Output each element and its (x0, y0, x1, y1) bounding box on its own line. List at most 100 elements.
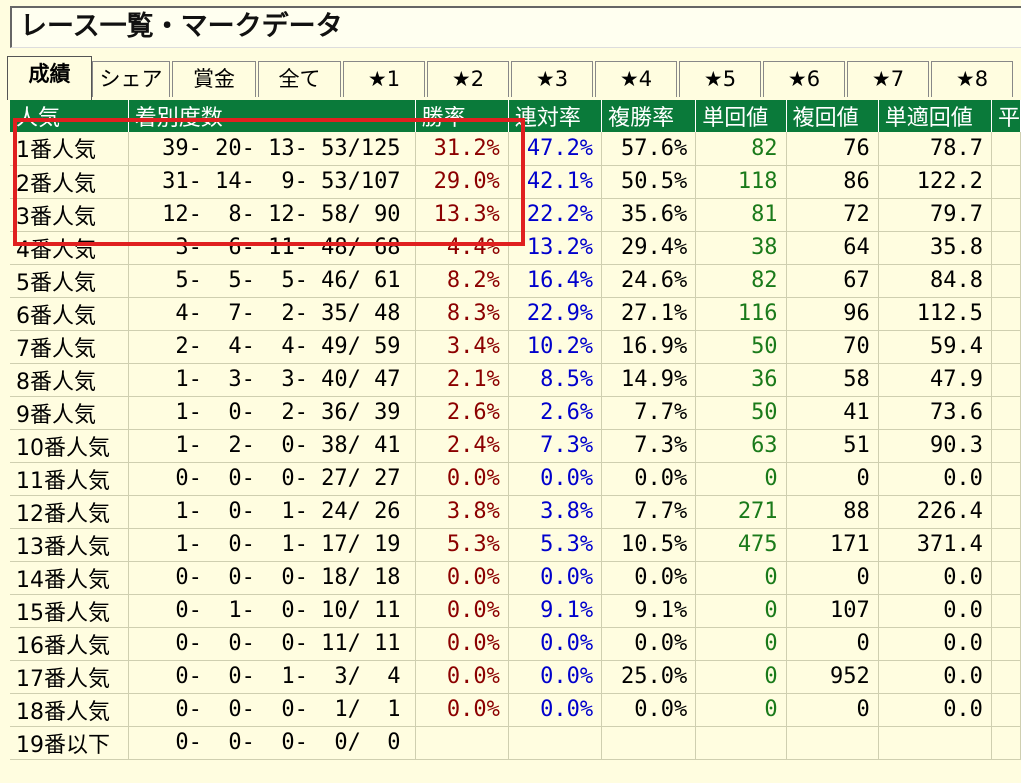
table-row[interactable]: 18番人気 0- 0- 0- 1/ 1 0.0% 0.0% 0.0% 0 0 0.0 (10, 693, 1021, 727)
cell-name: 16番人気 (10, 627, 129, 661)
column-header-8[interactable]: 平 (991, 100, 1021, 132)
cell-adj: 0.0 (878, 462, 992, 496)
cell-name: 2番人気 (10, 165, 129, 199)
table-row[interactable]: 15番人気 0- 1- 0- 10/ 11 0.0% 9.1% 9.1% 0 107 0.0 (10, 594, 1021, 628)
cell-adj: 79.7 (878, 198, 992, 232)
cell-tan: 36 (695, 363, 787, 397)
table-row[interactable]: 11番人気 0- 0- 0- 27/ 27 0.0% 0.0% 0.0% 0 0 0.0 (10, 462, 1021, 496)
cell-tan: 118 (695, 165, 787, 199)
cell-extra (991, 726, 1021, 760)
table-row[interactable]: 17番人気 0- 0- 1- 3/ 4 0.0% 0.0% 25.0% 0 952 0.0 (10, 660, 1021, 694)
tab-10[interactable]: ★7 (847, 61, 929, 97)
cell-ren: 10.2% (508, 330, 603, 364)
column-header-2[interactable]: 勝率 (415, 100, 509, 132)
tab-11[interactable]: ★8 (931, 61, 1013, 97)
cell-tan: 0 (695, 594, 787, 628)
tab-3[interactable]: 全て (258, 61, 341, 97)
cell-extra (991, 627, 1021, 661)
table-row[interactable]: 9番人気 1- 0- 2- 36/ 39 2.6% 2.6% 7.7% 50 41 73.6 (10, 396, 1021, 430)
tab-9[interactable]: ★6 (763, 61, 845, 97)
cell-rec: 0- 0- 0- 18/ 18 (128, 561, 416, 595)
cell-ren: 13.2% (508, 231, 603, 265)
column-header-6[interactable]: 複回値 (786, 100, 879, 132)
cell-ren: 47.2% (508, 132, 603, 166)
column-header-5[interactable]: 単回値 (695, 100, 787, 132)
cell-win: 8.3% (415, 297, 509, 331)
table-row[interactable]: 14番人気 0- 0- 0- 18/ 18 0.0% 0.0% 0.0% 0 0 0.0 (10, 561, 1021, 595)
tab-7[interactable]: ★4 (595, 61, 677, 97)
table-row[interactable]: 6番人気 4- 7- 2- 35/ 48 8.3% 22.9% 27.1% 116 96 1… (10, 297, 1021, 331)
table-row[interactable]: 1番人気 39- 20- 13- 53/125 31.2% 47.2% 57.6% 82 7… (10, 132, 1021, 166)
cell-tan: 271 (695, 495, 787, 529)
tab-2[interactable]: 賞金 (172, 61, 256, 97)
tab-0[interactable]: 成績 (7, 56, 92, 100)
table-row[interactable]: 16番人気 0- 0- 0- 11/ 11 0.0% 0.0% 0.0% 0 0 0.0 (10, 627, 1021, 661)
cell-extra (991, 561, 1021, 595)
table-row[interactable]: 10番人気 1- 2- 0- 38/ 41 2.4% 7.3% 7.3% 63 51 90.… (10, 429, 1021, 463)
tab-4[interactable]: ★1 (343, 61, 425, 97)
cell-win: 3.4% (415, 330, 509, 364)
cell-adj: 371.4 (878, 528, 992, 562)
table-row[interactable]: 7番人気 2- 4- 4- 49/ 59 3.4% 10.2% 16.9% 50 70 59… (10, 330, 1021, 364)
cell-extra (991, 528, 1021, 562)
cell-rec: 1- 2- 0- 38/ 41 (128, 429, 416, 463)
cell-fuku (601, 726, 697, 760)
cell-rec: 39- 20- 13- 53/125 (128, 132, 416, 166)
table-row[interactable]: 13番人気 1- 0- 1- 17/ 19 5.3% 5.3% 10.5% 475 171… (10, 528, 1021, 562)
table-row[interactable]: 3番人気 12- 8- 12- 58/ 90 13.3% 22.2% 35.6% 81 72… (10, 198, 1021, 232)
column-header-3[interactable]: 連対率 (508, 100, 603, 132)
tab-1[interactable]: シェア (92, 61, 170, 97)
table-row[interactable]: 2番人気 31- 14- 9- 53/107 29.0% 42.1% 50.5% 118 8… (10, 165, 1021, 199)
table-row[interactable]: 5番人気 5- 5- 5- 46/ 61 8.2% 16.4% 24.6% 82 67 84… (10, 264, 1021, 298)
cell-extra (991, 132, 1021, 166)
cell-win: 0.0% (415, 693, 509, 727)
cell-fukv: 0 (786, 561, 879, 595)
cell-ren: 42.1% (508, 165, 603, 199)
cell-name: 8番人気 (10, 363, 129, 397)
cell-fukv: 96 (786, 297, 879, 331)
table-row[interactable]: 8番人気 1- 3- 3- 40/ 47 2.1% 8.5% 14.9% 36 58 47.… (10, 363, 1021, 397)
cell-fuku: 29.4% (601, 231, 697, 265)
cell-tan: 475 (695, 528, 787, 562)
cell-fukv: 64 (786, 231, 879, 265)
cell-extra (991, 495, 1021, 529)
column-header-4[interactable]: 複勝率 (601, 100, 697, 132)
cell-win: 3.8% (415, 495, 509, 529)
cell-win: 31.2% (415, 132, 509, 166)
cell-rec: 5- 5- 5- 46/ 61 (128, 264, 416, 298)
cell-rec: 3- 6- 11- 48/ 68 (128, 231, 416, 265)
cell-win: 2.1% (415, 363, 509, 397)
cell-name: 9番人気 (10, 396, 129, 430)
cell-name: 11番人気 (10, 462, 129, 496)
tab-8[interactable]: ★5 (679, 61, 761, 97)
cell-tan: 82 (695, 132, 787, 166)
cell-fukv: 70 (786, 330, 879, 364)
cell-rec: 1- 0- 1- 24/ 26 (128, 495, 416, 529)
cell-fukv: 0 (786, 462, 879, 496)
column-header-1[interactable]: 着別度数 (128, 100, 416, 132)
cell-win: 5.3% (415, 528, 509, 562)
column-header-7[interactable]: 単適回値 (878, 100, 992, 132)
cell-fukv: 76 (786, 132, 879, 166)
column-header-0[interactable]: 人気 (10, 100, 129, 132)
cell-rec: 0- 1- 0- 10/ 11 (128, 594, 416, 628)
cell-fukv: 58 (786, 363, 879, 397)
cell-ren: 5.3% (508, 528, 603, 562)
tab-6[interactable]: ★3 (511, 61, 593, 97)
cell-win: 0.0% (415, 627, 509, 661)
cell-rec: 0- 0- 0- 11/ 11 (128, 627, 416, 661)
stats-table: 人気 着別度数 勝率 連対率 複勝率 単回値 複回値 単適回値平 1番人気 39- 20- 13… (10, 100, 1021, 760)
cell-tan: 116 (695, 297, 787, 331)
cell-fuku: 0.0% (601, 561, 697, 595)
cell-rec: 2- 4- 4- 49/ 59 (128, 330, 416, 364)
tab-5[interactable]: ★2 (427, 61, 509, 97)
table-row[interactable]: 19番以下 0- 0- 0- 0/ 0 (10, 726, 1021, 760)
table-row[interactable]: 4番人気 3- 6- 11- 48/ 68 4.4% 13.2% 29.4% 38 64 3… (10, 231, 1021, 265)
cell-tan: 50 (695, 330, 787, 364)
cell-adj: 122.2 (878, 165, 992, 199)
cell-fuku: 0.0% (601, 627, 697, 661)
cell-tan: 0 (695, 660, 787, 694)
cell-rec: 1- 3- 3- 40/ 47 (128, 363, 416, 397)
table-row[interactable]: 12番人気 1- 0- 1- 24/ 26 3.8% 3.8% 7.7% 271 88 22… (10, 495, 1021, 529)
cell-adj: 90.3 (878, 429, 992, 463)
